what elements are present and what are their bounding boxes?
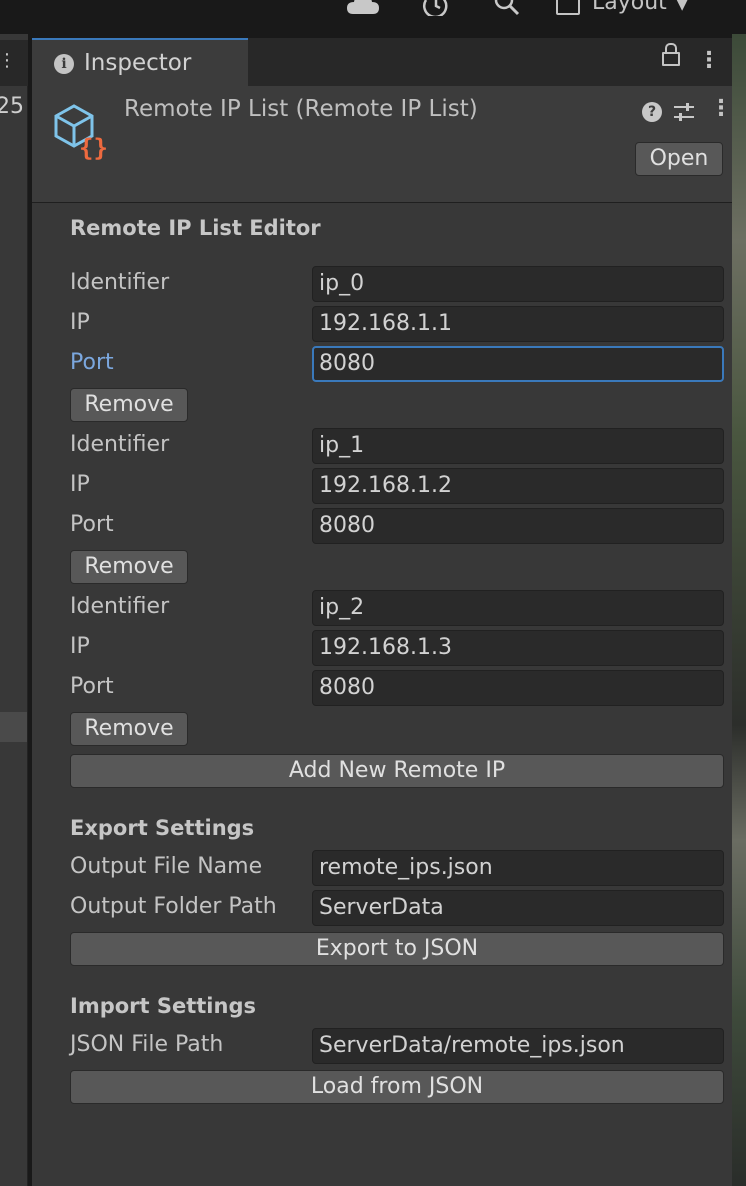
layout-icon	[556, 0, 580, 15]
output-folder-path-field[interactable]: ServerData	[312, 890, 724, 926]
ip-label: IP	[70, 634, 90, 659]
object-title: Remote IP List (Remote IP List)	[124, 96, 478, 122]
remove-button[interactable]: Remove	[70, 712, 188, 746]
panel-divider[interactable]	[27, 86, 28, 1186]
layout-dropdown[interactable]: Layout ▼	[556, 0, 688, 15]
tab-inspector[interactable]: i Inspector	[32, 38, 248, 86]
ip-field[interactable]: 192.168.1.1	[312, 306, 724, 342]
port-field[interactable]: 8080	[312, 508, 724, 544]
identifier-field[interactable]: ip_2	[312, 590, 724, 626]
cloud-icon[interactable]	[346, 0, 380, 16]
import-settings-title: Import Settings	[70, 994, 256, 1018]
left-panel: ⋮ 25	[0, 34, 28, 1186]
identifier-field[interactable]: ip_0	[312, 266, 724, 302]
chevron-down-icon: ▼	[676, 0, 688, 13]
top-toolbar: Layout ▼	[0, 0, 746, 34]
tab-inspector-label: Inspector	[84, 50, 192, 76]
output-file-name-label: Output File Name	[70, 854, 263, 879]
inspector-tabbar: i Inspector ⋮	[32, 38, 732, 86]
add-remote-ip-button[interactable]: Add New Remote IP	[70, 754, 724, 788]
help-icon[interactable]: ?	[642, 102, 662, 122]
left-panel-selected-row[interactable]	[0, 712, 28, 742]
ip-field[interactable]: 192.168.1.2	[312, 468, 724, 504]
scene-view-edge	[732, 34, 746, 1186]
left-panel-menu-icon[interactable]: ⋮	[0, 50, 16, 71]
presets-icon[interactable]	[673, 102, 695, 122]
export-settings-title: Export Settings	[70, 816, 255, 840]
remove-button[interactable]: Remove	[70, 550, 188, 584]
open-button[interactable]: Open	[635, 142, 723, 176]
port-label: Port	[70, 674, 114, 699]
identifier-label: Identifier	[70, 270, 170, 295]
svg-text:{}: {}	[79, 134, 108, 160]
port-label: Port	[70, 350, 114, 375]
identifier-field[interactable]: ip_1	[312, 428, 724, 464]
load-json-button[interactable]: Load from JSON	[70, 1070, 724, 1104]
history-icon[interactable]	[422, 0, 450, 16]
editor-title: Remote IP List Editor	[70, 216, 321, 240]
scriptable-object-icon: {}	[54, 104, 108, 160]
inspector-header: {} Remote IP List (Remote IP List) ? ⋮ O…	[32, 86, 732, 203]
export-json-button[interactable]: Export to JSON	[70, 932, 724, 966]
info-icon: i	[54, 54, 74, 74]
identifier-label: Identifier	[70, 432, 170, 457]
json-file-path-field[interactable]: ServerData/remote_ips.json	[312, 1028, 724, 1064]
layout-label: Layout	[592, 0, 667, 15]
identifier-label: Identifier	[70, 594, 170, 619]
remove-button[interactable]: Remove	[70, 388, 188, 422]
port-field[interactable]: 8080	[312, 670, 724, 706]
port-label: Port	[70, 512, 114, 537]
json-file-path-label: JSON File Path	[70, 1032, 224, 1057]
port-field[interactable]: 8080	[312, 346, 724, 382]
ip-label: IP	[70, 310, 90, 335]
output-file-name-field[interactable]: remote_ips.json	[312, 850, 724, 886]
output-folder-path-label: Output Folder Path	[70, 894, 277, 919]
lock-icon[interactable]	[662, 43, 680, 66]
component-menu-icon[interactable]: ⋮	[710, 96, 732, 121]
inspector-panel: i Inspector ⋮ {} Remote IP List (Remote …	[32, 38, 732, 1186]
tab-menu-icon[interactable]: ⋮	[698, 48, 720, 73]
search-icon[interactable]	[494, 0, 522, 16]
ip-label: IP	[70, 472, 90, 497]
left-panel-fragment: 25	[0, 94, 24, 119]
ip-field[interactable]: 192.168.1.3	[312, 630, 724, 666]
